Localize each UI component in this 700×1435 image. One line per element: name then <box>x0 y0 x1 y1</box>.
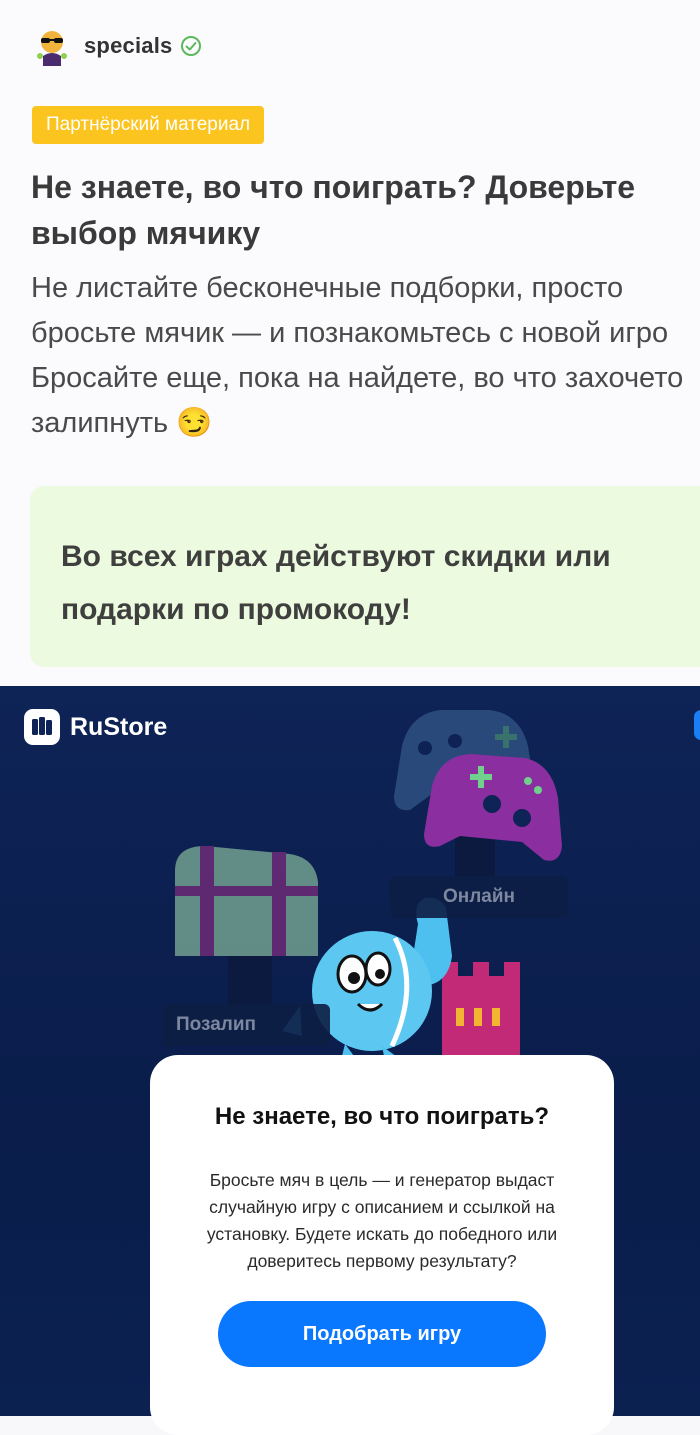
modal-title: Не знаете, во что поиграть? <box>214 1103 550 1130</box>
author-name[interactable]: specials <box>84 33 172 59</box>
lead-line: Бросайте еще, пока на найдете, во что за… <box>31 362 684 394</box>
stand-label-zalip: Позалип <box>162 1004 330 1046</box>
rustore-brand[interactable]: RuStore <box>24 709 167 745</box>
verified-check-icon <box>181 36 202 56</box>
article-lead: Не листайте бесконечные подборки, просто… <box>31 266 700 446</box>
sunglasses-character-avatar-icon <box>37 31 67 66</box>
article-title[interactable]: Не знаете, во что поиграть? Доверьте выб… <box>31 164 671 256</box>
lead-line: бросьте мячик — и познакомьтесь с новой … <box>31 317 669 349</box>
treasure-chest-icon <box>175 846 318 956</box>
modal-description: Бросьте мяч в цель — и генератор выдаст … <box>206 1170 558 1271</box>
game-picker-card: Не знаете, во что поиграть? Бросьте мяч … <box>150 1055 614 1435</box>
pick-game-button[interactable]: Подобрать игру <box>218 1301 546 1367</box>
stand-label-online: Онлайн <box>390 876 568 918</box>
lead-line: Не листайте бесконечные подборки, просто <box>31 272 624 304</box>
post-card: specials Партнёрский материал Не знаете,… <box>0 0 700 686</box>
rustore-logo-icon <box>24 709 60 745</box>
promo-callout: Во всех играх действуют скидки или подар… <box>30 486 700 667</box>
partner-badge: Партнёрский материал <box>32 106 265 144</box>
promo-text: Во всех играх действуют скидки или подар… <box>61 540 611 626</box>
carousel-edge-indicator[interactable] <box>694 710 700 740</box>
post-author[interactable]: specials <box>32 24 202 68</box>
rustore-name: RuStore <box>70 712 168 741</box>
tower-icon <box>442 962 520 1056</box>
lead-line: залипнуть 😏 <box>31 407 213 439</box>
avatar[interactable] <box>32 26 72 66</box>
